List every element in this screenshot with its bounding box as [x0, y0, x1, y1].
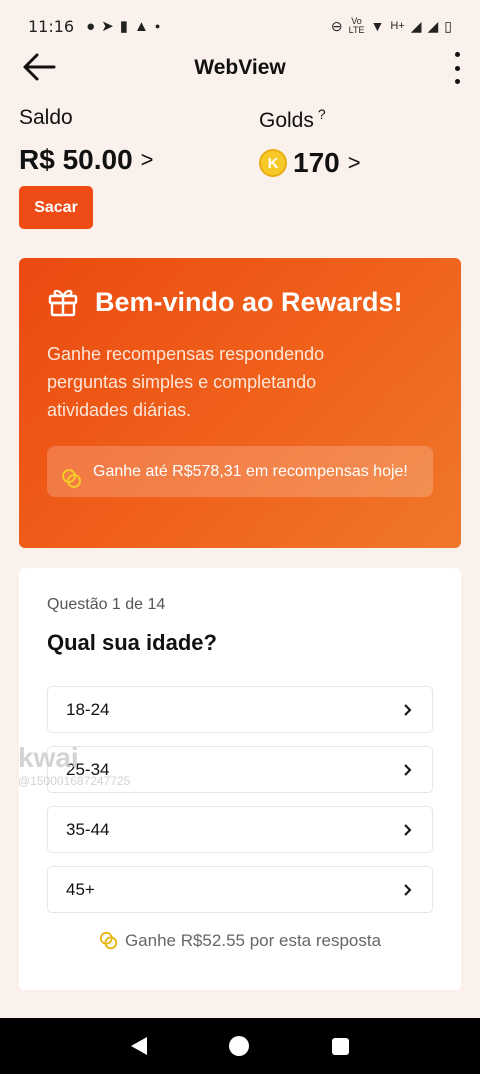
golds-help-icon[interactable]: ? — [318, 106, 326, 122]
question-counter: Questão 1 de 14 — [47, 596, 166, 613]
page-title: WebView — [194, 56, 286, 79]
gift-icon — [48, 289, 78, 317]
option-label: 25-34 — [66, 759, 110, 779]
banner-header: Bem-vindo ao Rewards! — [47, 286, 433, 318]
saldo-label: Saldo — [19, 106, 73, 129]
answer-reward-text: Ganhe R$52.55 por esta resposta — [124, 931, 382, 950]
saldo-value: R$ 50.00 — [19, 144, 133, 175]
question-card: Questão 1 de 14 Qual sua idade? 18-24 25… — [19, 568, 461, 990]
chevron-right-icon — [404, 703, 412, 716]
gold-coin-icon: K — [259, 149, 287, 177]
golds-value: 170 — [293, 147, 340, 178]
back-arrow-icon[interactable] — [22, 52, 56, 82]
answer-option-45-plus[interactable]: 45+ — [47, 866, 433, 913]
answer-options: 18-24 25-34 35-44 45+ — [47, 686, 433, 913]
withdraw-button[interactable]: Sacar — [19, 186, 93, 229]
golds-label: Golds — [259, 109, 314, 132]
golds-block: Golds? K 170 > — [259, 106, 361, 179]
option-label: 45+ — [66, 879, 95, 899]
saldo-block: Saldo R$ 50.00 > — [19, 106, 154, 176]
saldo-value-link[interactable]: R$ 50.00 > — [19, 144, 154, 176]
battery-icon: ▯ — [444, 17, 452, 34]
nav-home-icon[interactable] — [229, 1036, 250, 1056]
coins-icon — [62, 469, 81, 488]
chevron-right-icon — [404, 883, 412, 896]
golds-value-link[interactable]: K 170 > — [259, 147, 361, 179]
system-navigation-bar — [0, 1018, 480, 1074]
coins-icon — [99, 931, 118, 950]
telegram-icon: ➤ — [101, 18, 114, 35]
answer-option-35-44[interactable]: 35-44 — [47, 806, 433, 853]
wifi-icon: ▼ — [370, 18, 385, 34]
chevron-right-icon — [404, 763, 412, 776]
chat-icon: ● — [86, 17, 96, 35]
answer-reward: Ganhe R$52.55 por esta resposta — [47, 931, 433, 951]
notification-icons: ● ➤ ▮ ▲ ● — [86, 17, 161, 36]
signal-icon: ◢ — [410, 17, 422, 34]
banner-note-text: Ganhe até R$578,31 em recompensas hoje! — [93, 463, 408, 480]
warning-icon: ▲ — [134, 17, 149, 35]
dot-icon: ● — [154, 21, 161, 31]
banner-note: Ganhe até R$578,31 em recompensas hoje! — [47, 446, 433, 497]
system-icons: ⊖ Vo LTE ▼ H+ ◢ ◢ ▯ — [331, 17, 452, 35]
signal-2-icon: ◢ — [427, 17, 439, 34]
banner-description: Ganhe recompensas respondendo perguntas … — [47, 344, 325, 420]
do-not-disturb-icon: ⊖ — [330, 17, 343, 34]
option-label: 35-44 — [66, 819, 110, 839]
saldo-chevron-icon: > — [140, 147, 154, 172]
option-label: 18-24 — [66, 699, 110, 719]
alert-box-icon: ▮ — [119, 18, 129, 35]
volte-icon: Vo LTE — [348, 16, 365, 35]
rewards-banner: Bem-vindo ao Rewards! Ganhe recompensas … — [19, 258, 461, 548]
answer-option-18-24[interactable]: 18-24 — [47, 686, 433, 733]
golds-label-row: Golds? — [259, 106, 361, 133]
nav-back-icon[interactable] — [131, 1037, 148, 1055]
answer-option-25-34[interactable]: 25-34 — [47, 746, 433, 793]
golds-chevron-icon: > — [347, 150, 361, 175]
network-type: H+ — [390, 20, 405, 32]
nav-recents-icon[interactable] — [331, 1037, 349, 1055]
status-time: 11:16 — [28, 16, 75, 36]
chevron-right-icon — [404, 823, 412, 836]
app-bar: WebView — [0, 42, 480, 94]
question-title: Qual sua idade? — [47, 630, 217, 655]
banner-title: Bem-vindo ao Rewards! — [95, 286, 403, 317]
more-menu-icon[interactable] — [452, 52, 462, 84]
